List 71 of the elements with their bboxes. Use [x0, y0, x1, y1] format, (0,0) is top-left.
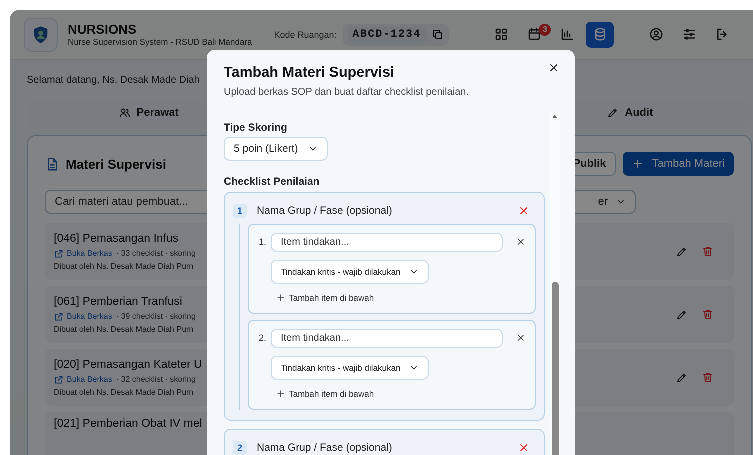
copy-icon[interactable]: [432, 28, 444, 40]
item-type-select[interactable]: Tindakan kritis - wajib dilakukan: [271, 356, 429, 380]
welcome-text: Selamat datang, Ns. Desak Made Diah: [27, 75, 200, 86]
group-number: 2: [233, 441, 247, 455]
group-name-field[interactable]: Nama Grup / Fase (opsional): [253, 438, 512, 455]
group-number: 1: [233, 204, 247, 218]
item-number: 2.: [259, 333, 267, 343]
sliders-icon: [682, 27, 697, 42]
material-meta: · 39 checklist · skoring: [116, 312, 196, 322]
grid-icon: [494, 27, 509, 42]
add-item-button[interactable]: Tambah item di bawah: [276, 293, 374, 303]
open-file-link[interactable]: Buka Berkas: [54, 248, 112, 258]
add-item-button[interactable]: Tambah item di bawah: [276, 389, 374, 399]
app-subtitle: Nurse Supervision System - RSUD Bali Mandara: [68, 37, 252, 47]
open-file-link[interactable]: Buka Berkas: [54, 374, 112, 384]
item-field[interactable]: Item tindakan...: [271, 328, 503, 348]
field-label: Tipe Skoring: [224, 122, 288, 134]
author-text: Dibuat oleh Ns. Desak Made Diah Purn: [54, 388, 195, 396]
section-label: Checklist Penilaian: [224, 176, 321, 188]
bar-chart-icon: [560, 27, 575, 42]
item-field[interactable]: Item tindakan...: [271, 232, 503, 252]
external-link-icon: [54, 312, 64, 322]
database-icon: [592, 27, 608, 42]
nav-button[interactable]: 3: [520, 22, 548, 48]
scrollbar-thumb[interactable]: [552, 282, 559, 455]
pencil-icon: [607, 107, 620, 119]
plus-icon: [632, 158, 644, 170]
material-title: [061] Pemberian Tranfusi: [54, 296, 184, 308]
logo-icon: [24, 18, 58, 52]
group-name-field[interactable]: Nama Grup / Fase (opsional): [253, 201, 512, 221]
delete-icon[interactable]: [702, 372, 714, 384]
panel-title: Materi Supervisi: [66, 156, 166, 172]
material-meta: · 32 checklist · skoring: [116, 374, 196, 384]
remove-icon[interactable]: [516, 333, 526, 343]
tab[interactable]: Audit: [510, 102, 750, 124]
delete-icon[interactable]: [702, 246, 714, 258]
nav-button[interactable]: [586, 22, 614, 48]
remove-icon[interactable]: [516, 237, 526, 247]
edit-icon[interactable]: [676, 308, 688, 320]
tab[interactable]: Perawat: [29, 102, 269, 124]
external-link-icon: [54, 248, 64, 258]
logout-icon: [714, 27, 730, 42]
edit-icon[interactable]: [676, 246, 688, 258]
modal-subtitle: Upload berkas SOP dan buat daftar checklist penilaian.: [224, 87, 469, 98]
plus-icon: [276, 293, 286, 303]
user-icon: [648, 27, 664, 42]
item-type-select[interactable]: Tindakan kritis - wajib dilakukan: [271, 260, 429, 284]
plus-icon: [276, 389, 286, 399]
notification-badge: 3: [539, 24, 552, 36]
author-text: Dibuat oleh Ns. Desak Made Diah Purn: [54, 324, 195, 334]
add-material-button[interactable]: Tambah Materi: [623, 152, 734, 176]
material-title: [046] Pemasangan Infus: [54, 232, 180, 244]
material-meta: · 33 checklist · skoring: [116, 248, 196, 258]
material-title: [020] Pemasangan Kateter U: [54, 358, 202, 370]
room-code-label: Kode Ruangan:: [274, 30, 337, 40]
delete-icon[interactable]: [702, 308, 714, 320]
material-title: [021] Pemberian Obat IV mel: [54, 418, 202, 430]
document-icon: [45, 156, 60, 172]
external-link-icon: [54, 374, 64, 384]
open-file-link[interactable]: Buka Berkas: [54, 312, 112, 322]
close-icon: [548, 62, 560, 74]
author-text: Dibuat oleh Ns. Desak Made Diah Purn: [54, 262, 195, 270]
calendar-icon: [526, 27, 542, 42]
edit-icon[interactable]: [676, 372, 688, 384]
room-code: ABCD-1234: [348, 26, 426, 42]
app-title: NURSIONS: [68, 22, 138, 37]
item-number: 1.: [259, 237, 267, 247]
modal-title: Tambah Materi Supervisi: [224, 65, 395, 81]
scoring-select[interactable]: 5 poin (Likert): [224, 137, 328, 161]
scrollbar[interactable]: [550, 112, 560, 455]
users-icon: [118, 107, 131, 119]
